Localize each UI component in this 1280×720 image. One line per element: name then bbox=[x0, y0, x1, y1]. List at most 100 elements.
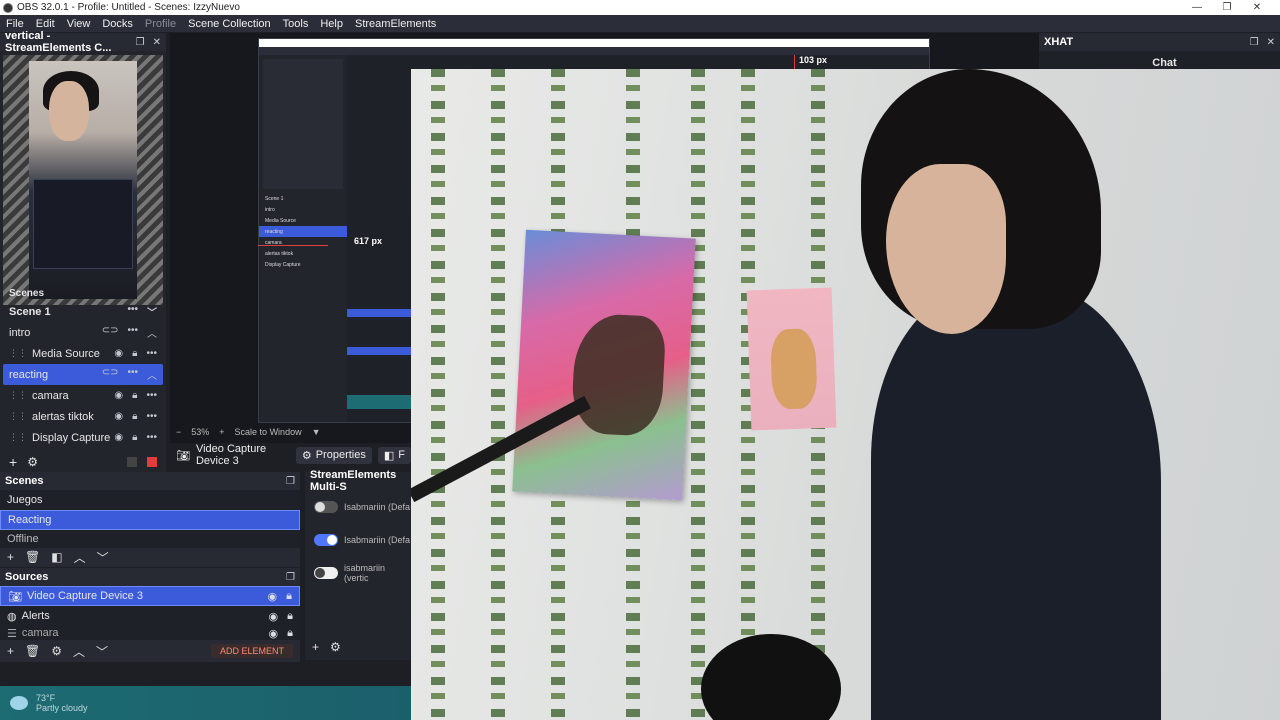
scene-item[interactable]: Juegos bbox=[0, 490, 300, 510]
more-icon[interactable]: ••• bbox=[127, 367, 138, 382]
multistream-toggle[interactable] bbox=[314, 566, 338, 579]
add-icon[interactable]: + bbox=[312, 640, 319, 654]
minimize-button[interactable]: — bbox=[1182, 0, 1212, 15]
add-icon[interactable]: + bbox=[9, 454, 17, 470]
stream-status-icon[interactable] bbox=[127, 456, 137, 467]
source-item[interactable]: ☰ camara ◉ 🔒︎ bbox=[0, 626, 300, 640]
eye-icon[interactable]: ◉ bbox=[114, 432, 123, 443]
chat-dock-header: XHAT ❐ ✕ bbox=[1039, 33, 1280, 51]
drag-handle-icon[interactable]: ⋮⋮ bbox=[9, 432, 27, 443]
menu-scene-collection[interactable]: Scene Collection bbox=[182, 18, 277, 30]
vertical-source-row[interactable]: ⋮⋮ alertas tiktok ◉ 🔒︎ ••• bbox=[3, 406, 163, 427]
eye-icon[interactable]: ◉ bbox=[268, 590, 278, 603]
float-dock-icon[interactable]: ❐ bbox=[286, 476, 295, 487]
lock-icon[interactable]: 🔒︎ bbox=[287, 627, 293, 640]
vertical-source-row[interactable]: ⋮⋮ camara ◉ 🔒︎ ••• bbox=[3, 385, 163, 406]
menu-profile[interactable]: Profile bbox=[139, 18, 182, 30]
vertical-group-row[interactable]: intro ⊂⊃ ••• ︿ bbox=[3, 322, 163, 343]
gear-icon[interactable]: ⚙ bbox=[51, 644, 62, 658]
vertical-scenes-header: Scenes bbox=[9, 287, 45, 299]
maximize-button[interactable]: ❐ bbox=[1212, 0, 1242, 15]
float-dock-icon[interactable]: ❐ bbox=[136, 37, 145, 48]
source-item[interactable]: ◍ Alerts ◉ 🔒︎ bbox=[0, 606, 300, 626]
gear-icon[interactable]: ⚙ bbox=[27, 455, 38, 469]
float-dock-icon[interactable]: ❐ bbox=[1250, 37, 1259, 48]
move-up-icon[interactable]: ︿ bbox=[74, 549, 86, 566]
lock-icon[interactable]: 🔒︎ bbox=[286, 590, 292, 603]
more-icon[interactable]: ••• bbox=[146, 432, 157, 443]
sources-list: 📷︎ Video Capture Device 3 ◉ 🔒︎ ◍ Alerts ◉… bbox=[0, 586, 300, 640]
eye-icon[interactable]: ◉ bbox=[114, 390, 123, 401]
scene-filters-icon[interactable]: ◧ bbox=[51, 550, 62, 564]
record-icon[interactable] bbox=[147, 456, 157, 467]
add-element-button[interactable]: ADD ELEMENT bbox=[210, 644, 293, 658]
more-icon[interactable]: ••• bbox=[146, 411, 157, 422]
lock-icon[interactable]: 🔒︎ bbox=[132, 348, 137, 359]
vertical-dock: vertical - StreamElements C... ❐ ✕ Scene… bbox=[0, 30, 166, 473]
chevron-up-icon[interactable]: ︿ bbox=[147, 367, 157, 382]
gear-icon[interactable]: ⚙ bbox=[330, 640, 341, 654]
chevron-up-icon[interactable]: ︿ bbox=[147, 325, 157, 340]
more-icon[interactable]: ••• bbox=[127, 325, 138, 340]
lock-icon[interactable]: 🔒︎ bbox=[287, 610, 293, 623]
weather-widget[interactable]: 73°F Partly cloudy bbox=[0, 686, 411, 720]
menu-help[interactable]: Help bbox=[314, 18, 349, 30]
drag-handle-icon[interactable]: ⋮⋮ bbox=[9, 348, 27, 359]
trash-icon[interactable]: 🗑︎ bbox=[25, 550, 40, 564]
eye-icon[interactable]: ◉ bbox=[269, 627, 279, 640]
eye-icon[interactable]: ◉ bbox=[114, 348, 123, 359]
scale-mode-select[interactable]: Scale to Window bbox=[235, 427, 302, 437]
link-icon[interactable]: ⊂⊃ bbox=[102, 367, 119, 382]
menu-tools[interactable]: Tools bbox=[277, 18, 315, 30]
more-icon[interactable]: ••• bbox=[146, 348, 157, 359]
multistream-account: Isabmariin (Defa bbox=[344, 534, 411, 545]
multistream-toggle[interactable] bbox=[314, 500, 338, 513]
close-button[interactable]: ✕ bbox=[1242, 0, 1272, 15]
move-up-icon[interactable]: ︿ bbox=[73, 643, 85, 660]
menu-view[interactable]: View bbox=[61, 18, 97, 30]
menu-file[interactable]: File bbox=[0, 18, 30, 30]
more-icon[interactable]: ••• bbox=[146, 390, 157, 401]
vertical-source-row[interactable]: ⋮⋮ Media Source ◉ 🔒︎ ••• bbox=[3, 343, 163, 364]
filters-icon: ◧ bbox=[383, 449, 395, 462]
zoom-in-button[interactable]: + bbox=[219, 427, 224, 437]
move-down-icon[interactable]: ﹀ bbox=[96, 643, 108, 660]
close-dock-icon[interactable]: ✕ bbox=[1267, 37, 1275, 48]
menu-streamelements[interactable]: StreamElements bbox=[349, 18, 442, 30]
title-bar: OBS 32.0.1 - Profile: Untitled - Scenes:… bbox=[0, 0, 1280, 15]
lock-icon[interactable]: 🔒︎ bbox=[132, 411, 137, 422]
nested-row: camara bbox=[265, 239, 282, 246]
drag-handle-icon[interactable]: ⋮⋮ bbox=[9, 411, 27, 422]
vertical-scene-row[interactable]: Scene 1 ••• ﹀ bbox=[3, 301, 163, 322]
add-scene-icon[interactable]: + bbox=[7, 550, 14, 564]
zoom-out-button[interactable]: − bbox=[176, 427, 181, 437]
vertical-source-row[interactable]: ⋮⋮ Display Capture ◉ 🔒︎ ••• bbox=[3, 427, 163, 448]
more-icon[interactable]: ••• bbox=[127, 304, 138, 319]
multistream-toggle-on[interactable] bbox=[314, 533, 338, 546]
float-dock-icon[interactable]: ❐ bbox=[286, 572, 295, 583]
vertical-preview[interactable] bbox=[3, 55, 163, 305]
filters-button[interactable]: ◧ F bbox=[377, 446, 411, 464]
move-down-icon[interactable]: ﹀ bbox=[97, 549, 109, 566]
close-dock-icon[interactable]: ✕ bbox=[153, 37, 161, 48]
vertical-scene-label: Scene 1 bbox=[9, 305, 51, 318]
eye-icon[interactable]: ◉ bbox=[114, 411, 123, 422]
chevron-down-icon[interactable]: ▼ bbox=[312, 427, 321, 437]
source-item-selected[interactable]: 📷︎ Video Capture Device 3 ◉ 🔒︎ bbox=[0, 586, 300, 606]
multistream-toolbar: + ⚙ bbox=[305, 638, 411, 656]
properties-button[interactable]: ⚙ Properties bbox=[295, 446, 372, 464]
drag-handle-icon[interactable]: ⋮⋮ bbox=[9, 390, 27, 401]
weather-icon bbox=[10, 696, 28, 710]
chevron-down-icon[interactable]: ﹀ bbox=[147, 304, 157, 319]
add-source-icon[interactable]: + bbox=[7, 644, 14, 658]
vertical-group-row-selected[interactable]: reacting ⊂⊃ ••• ︿ bbox=[3, 364, 163, 385]
scene-item[interactable]: Offline bbox=[0, 530, 300, 548]
trash-icon[interactable]: 🗑︎ bbox=[25, 644, 40, 658]
menu-edit[interactable]: Edit bbox=[30, 18, 61, 30]
scene-item-selected[interactable]: Reacting bbox=[0, 510, 300, 530]
lock-icon[interactable]: 🔒︎ bbox=[132, 390, 137, 401]
menu-docks[interactable]: Docks bbox=[96, 18, 139, 30]
lock-icon[interactable]: 🔒︎ bbox=[132, 432, 137, 443]
eye-icon[interactable]: ◉ bbox=[269, 610, 279, 623]
link-icon[interactable]: ⊂⊃ bbox=[102, 325, 119, 340]
